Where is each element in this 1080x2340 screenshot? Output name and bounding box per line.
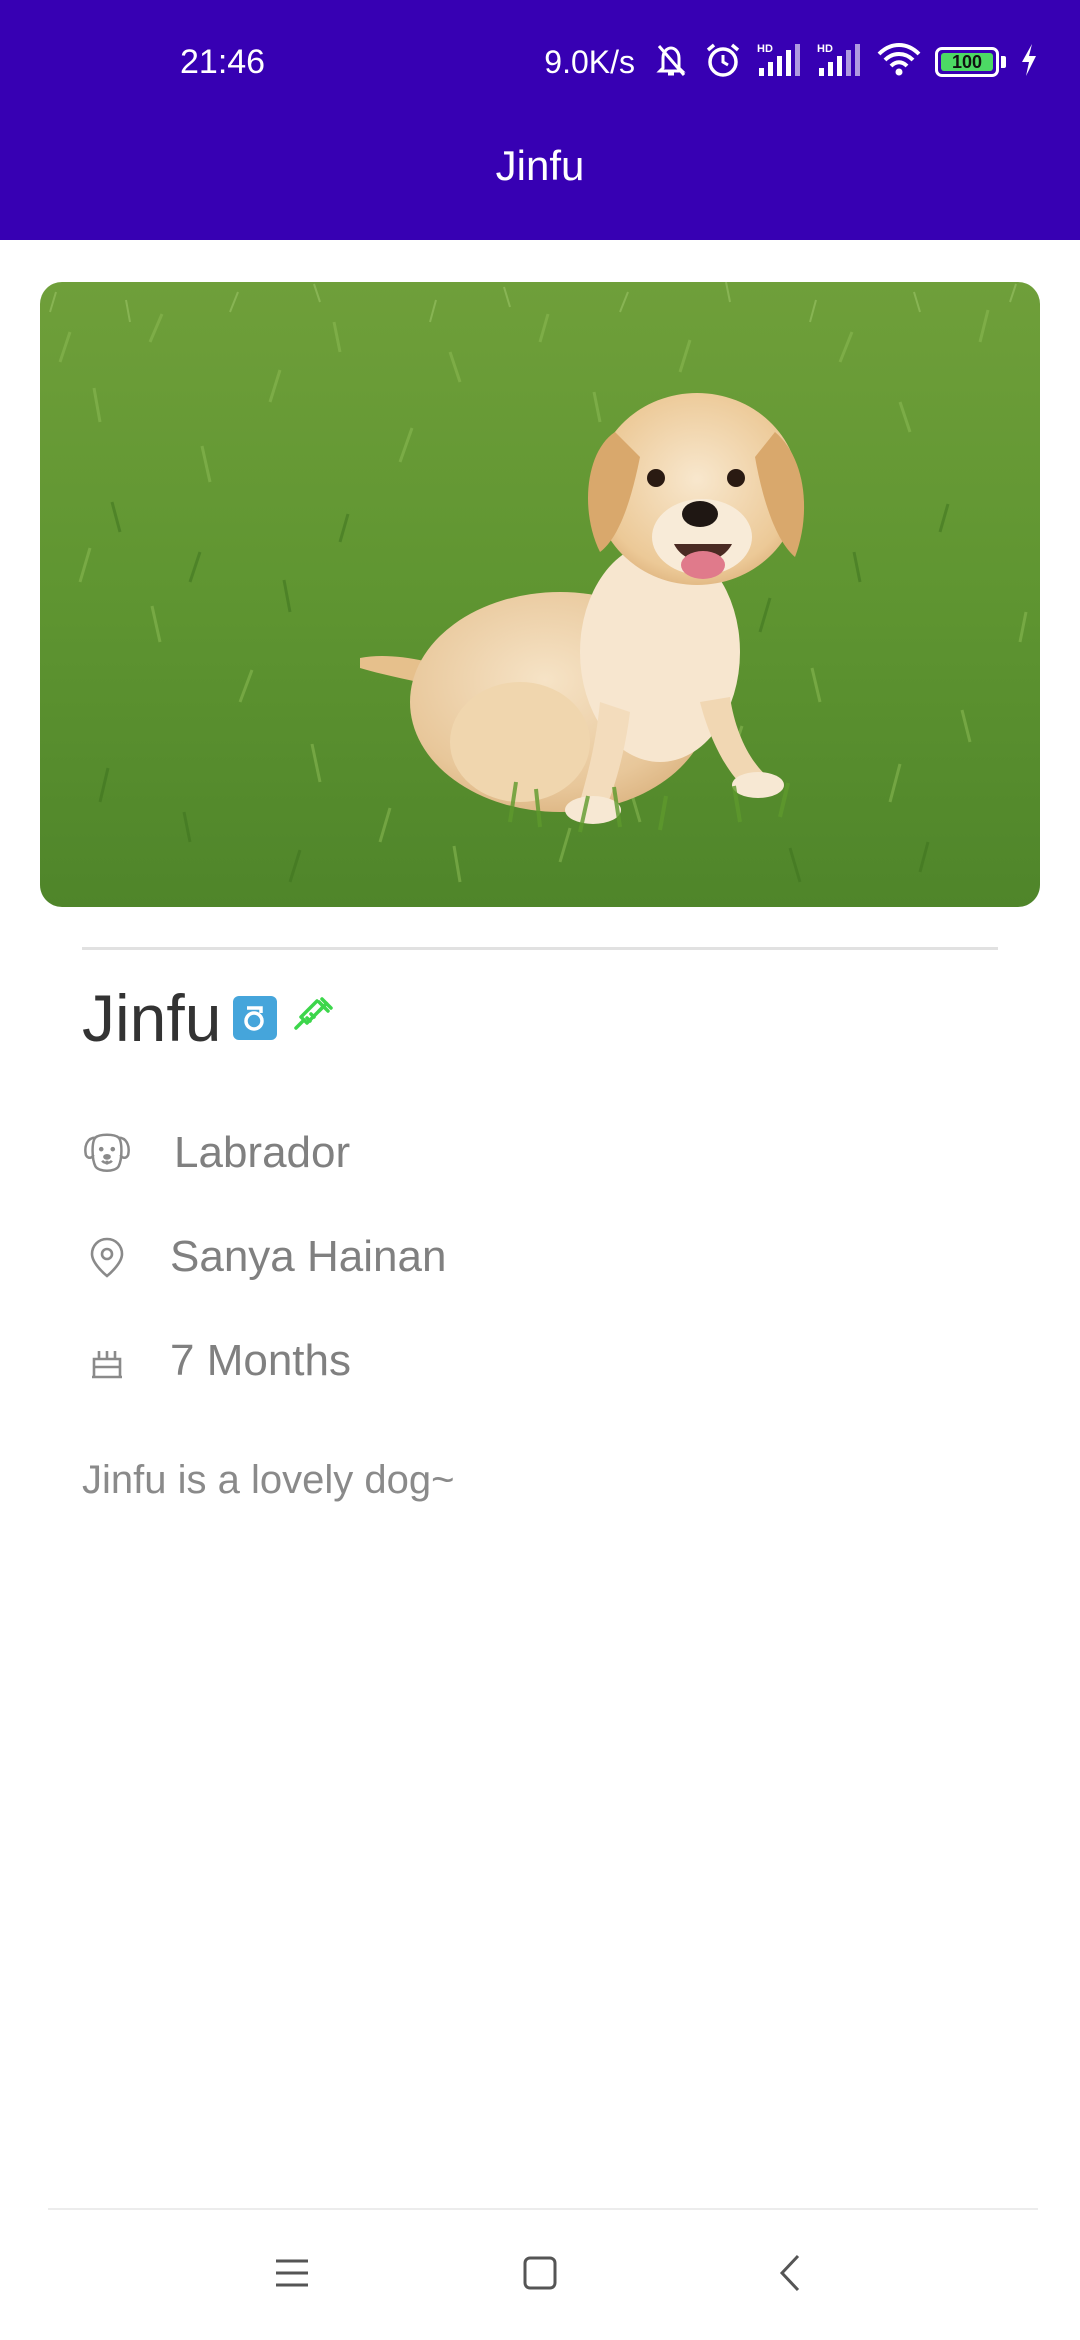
age-row: 7 Months	[82, 1326, 351, 1396]
home-button[interactable]	[490, 2240, 590, 2310]
home-square-icon	[522, 2255, 558, 2295]
network-speed: 9.0K/s	[544, 44, 635, 80]
signal-hd-icon: HD	[755, 40, 803, 84]
pet-description: Jinfu is a lovely dog~	[82, 1458, 455, 1502]
status-time: 21:46	[180, 43, 266, 81]
back-chevron-icon	[778, 2253, 802, 2297]
battery-level: 100	[951, 51, 983, 72]
breed-row: Labrador	[82, 1118, 350, 1188]
menu-button[interactable]	[242, 2240, 342, 2310]
alarm-icon	[703, 40, 743, 84]
back-button[interactable]	[740, 2240, 840, 2310]
age-text: 7 Months	[170, 1336, 351, 1385]
location-pin-icon	[82, 1232, 132, 1282]
divider	[82, 947, 998, 950]
location-row: Sanya Hainan	[82, 1222, 446, 1292]
menu-icon	[274, 2257, 310, 2293]
syringe-icon	[289, 991, 339, 1045]
svg-text:HD: HD	[757, 43, 773, 55]
breed-text: Labrador	[174, 1128, 351, 1177]
mute-bell-icon	[651, 40, 691, 84]
battery-icon: 100	[935, 47, 999, 77]
page-title: Jinfu	[495, 142, 585, 189]
charging-icon	[1018, 42, 1040, 82]
location-text: Sanya Hainan	[170, 1232, 447, 1281]
svg-text:HD: HD	[817, 43, 833, 55]
dog-face-icon	[82, 1128, 132, 1178]
pet-detail-screen: 21:46 9.0K/s HD HD 100 Jinfu Jinfu Labra…	[0, 0, 1080, 2340]
wifi-icon	[875, 40, 923, 84]
male-gender-icon	[233, 996, 278, 1040]
app-bar: 21:46 9.0K/s HD HD 100 Jinfu	[0, 0, 1080, 240]
pet-photo	[40, 282, 1040, 907]
pet-name: Jinfu	[82, 981, 222, 1055]
pet-name-row: Jinfu	[82, 978, 339, 1058]
status-icons: 9.0K/s HD HD 100	[544, 36, 1040, 88]
birthday-cake-icon	[82, 1336, 132, 1386]
nav-divider	[48, 2208, 1038, 2210]
signal-hd-icon: HD	[815, 40, 863, 84]
